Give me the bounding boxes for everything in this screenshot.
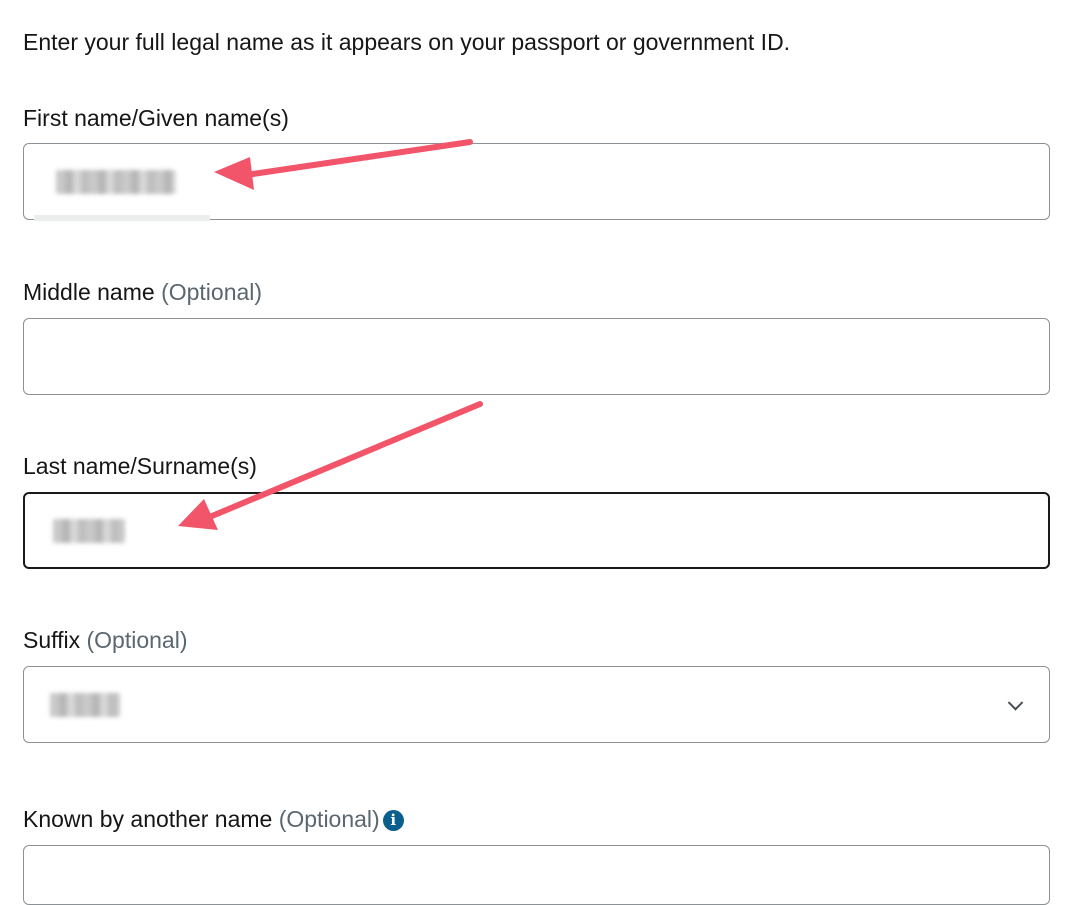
first-name-label-text: First name/Given name(s) bbox=[23, 105, 289, 131]
first-name-input[interactable] bbox=[23, 143, 1050, 221]
middle-name-label: Middle name (Optional) bbox=[23, 277, 262, 307]
middle-name-optional-tag: (Optional) bbox=[161, 279, 263, 305]
known-by-label-text: Known by another name bbox=[23, 806, 273, 832]
first-name-redaction-smear bbox=[34, 215, 210, 221]
suffix-optional-tag: (Optional) bbox=[86, 627, 188, 653]
first-name-redacted-value bbox=[56, 169, 176, 194]
last-name-label: Last name/Surname(s) bbox=[23, 451, 257, 481]
known-by-optional-tag: (Optional) bbox=[278, 806, 380, 832]
middle-name-input[interactable] bbox=[23, 318, 1050, 395]
info-icon[interactable]: i bbox=[382, 810, 404, 831]
middle-name-label-text: Middle name bbox=[23, 279, 155, 305]
last-name-input[interactable] bbox=[23, 492, 1050, 569]
suffix-label-text: Suffix bbox=[23, 627, 81, 653]
known-by-label: Known by another name (Optional) i bbox=[23, 804, 404, 834]
last-name-label-text: Last name/Surname(s) bbox=[23, 453, 257, 479]
suffix-redacted-value bbox=[50, 692, 120, 717]
last-name-redacted-value bbox=[53, 518, 125, 543]
form-intro-text: Enter your full legal name as it appears… bbox=[23, 29, 791, 55]
known-by-input[interactable] bbox=[23, 845, 1050, 905]
first-name-label: First name/Given name(s) bbox=[23, 103, 289, 133]
suffix-label: Suffix (Optional) bbox=[23, 625, 187, 655]
chevron-down-icon[interactable] bbox=[1007, 694, 1024, 711]
suffix-select[interactable] bbox=[23, 666, 1050, 743]
